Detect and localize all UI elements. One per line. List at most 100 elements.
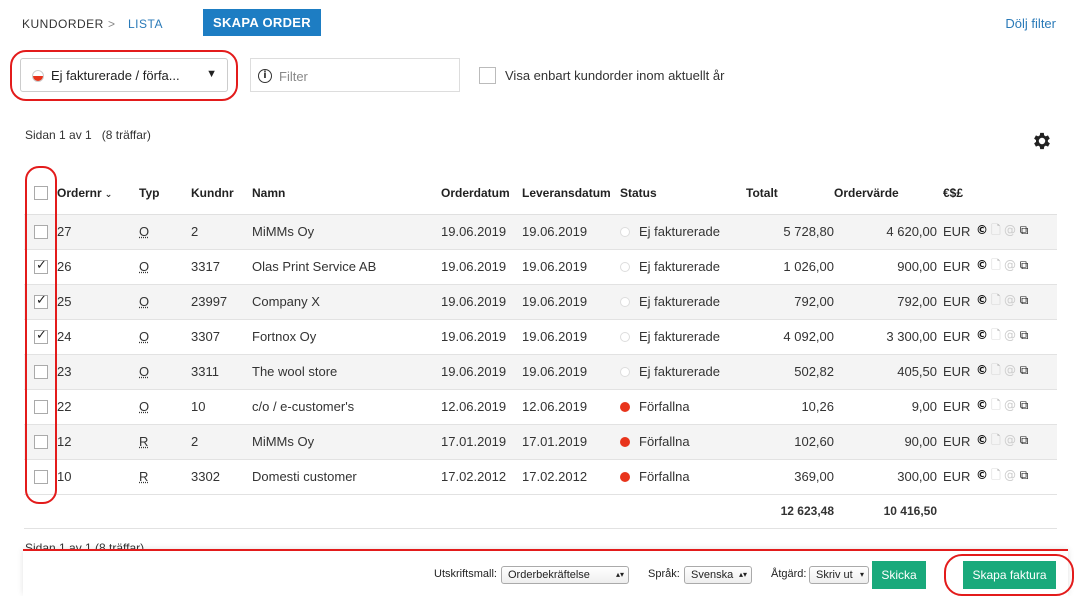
cell-leveransdatum-value: 19.06.2019 xyxy=(522,259,588,274)
document-icon[interactable]: 🗋 xyxy=(989,256,1003,277)
copyright-icon[interactable]: © xyxy=(975,363,989,377)
copyright-icon[interactable]: © xyxy=(975,433,989,447)
at-icon[interactable]: @ xyxy=(1003,398,1017,412)
cell-namn-value: MiMMs Oy xyxy=(252,224,315,239)
breadcrumb-current[interactable]: LISTA xyxy=(128,17,163,31)
column-header-namn[interactable]: Namn xyxy=(252,172,441,215)
language-select[interactable]: Svenska ▴▾ xyxy=(684,566,752,584)
at-icon[interactable]: @ xyxy=(1003,328,1017,342)
cell-leveransdatum-value: 19.06.2019 xyxy=(522,329,588,344)
table-row[interactable]: 22 O 10 c/o / e-customer's 12.06.2019 12.06.2… xyxy=(24,389,1057,425)
column-header-kundnr[interactable]: Kundnr xyxy=(191,172,252,215)
table-row[interactable]: 27 O 2 MiMMs Oy 19.06.2019 19.06.2019 Ej faktu… xyxy=(24,214,1057,250)
cell-ordervarde: 4 620,00 xyxy=(834,214,937,250)
status-dot-icon xyxy=(620,436,630,447)
select-arrows-icon: ▴▾ xyxy=(738,570,747,579)
at-icon[interactable]: @ xyxy=(1003,223,1017,237)
copy-icon[interactable]: ⧉ xyxy=(1017,363,1031,378)
column-header-leveransdatum[interactable]: Leveransdatum xyxy=(522,172,620,215)
at-icon[interactable]: @ xyxy=(1003,433,1017,447)
at-icon[interactable]: @ xyxy=(1003,363,1017,377)
copy-icon[interactable]: ⧉ xyxy=(1017,293,1031,308)
orders-table: Ordernr ⌄ Typ Kundnr Namn Orderdatum Leve… xyxy=(24,172,1057,529)
cell-actions: © 🗋 @ ⧉ xyxy=(975,424,1057,460)
cell-ordernr[interactable]: 24 xyxy=(57,319,139,355)
copyright-icon[interactable]: © xyxy=(975,468,989,482)
copy-icon[interactable]: ⧉ xyxy=(1017,433,1031,448)
filter-search-input[interactable] xyxy=(277,65,447,87)
column-header-status[interactable]: Status xyxy=(620,172,746,215)
action-select[interactable]: Skriv ut ▾ xyxy=(809,566,869,584)
cell-totalt: 5 728,80 xyxy=(746,214,834,250)
template-label: Utskriftsmall: xyxy=(434,568,497,580)
copyright-icon[interactable]: © xyxy=(975,328,989,342)
at-icon[interactable]: @ xyxy=(1003,468,1017,482)
document-icon[interactable]: 🗋 xyxy=(989,431,1003,452)
cell-orderdatum-value: 19.06.2019 xyxy=(441,329,507,344)
column-header-typ[interactable]: Typ xyxy=(139,172,191,215)
pagination-hits: (8 träffar) xyxy=(101,128,151,142)
hide-filter-link[interactable]: Dölj filter xyxy=(1005,16,1056,31)
cell-namn: The wool store xyxy=(252,354,441,390)
copyright-icon[interactable]: © xyxy=(975,293,989,307)
info-icon: i xyxy=(258,69,272,83)
cell-namn-value: c/o / e-customer's xyxy=(252,399,355,414)
copy-icon[interactable]: ⧉ xyxy=(1017,398,1031,413)
total-ordervarde: 10 416,50 xyxy=(834,494,937,529)
table-row[interactable]: 25 O 23997 Company X 19.06.2019 19.06.2019 Ej … xyxy=(24,284,1057,320)
cell-ordernr[interactable]: 12 xyxy=(57,424,139,460)
document-icon[interactable]: 🗋 xyxy=(989,466,1003,487)
breadcrumb-separator: > xyxy=(108,17,116,31)
cell-status-value: Förfallna xyxy=(639,399,690,414)
copyright-icon[interactable]: © xyxy=(975,258,989,272)
table-row[interactable]: 24 O 3307 Fortnox Oy 19.06.2019 19.06.2019 Ej … xyxy=(24,319,1057,355)
cell-ordernr-value: 12 xyxy=(57,434,72,449)
cell-typ-value: O xyxy=(139,224,150,239)
document-icon[interactable]: 🗋 xyxy=(989,221,1003,242)
cell-ordernr-value: 24 xyxy=(57,329,72,344)
cell-leveransdatum-value: 19.06.2019 xyxy=(522,364,588,379)
cell-kundnr-value: 2 xyxy=(191,434,199,449)
send-button[interactable]: Skicka xyxy=(872,561,926,589)
current-year-checkbox[interactable] xyxy=(479,67,496,84)
cell-orderdatum-value: 17.01.2019 xyxy=(441,434,507,449)
cell-ordernr[interactable]: 26 xyxy=(57,249,139,285)
copyright-icon[interactable]: © xyxy=(975,398,989,412)
copyright-icon[interactable]: © xyxy=(975,223,989,237)
annotation-highlight-invoice xyxy=(944,554,1074,596)
column-header-totalt[interactable]: Totalt xyxy=(746,172,834,215)
cell-ordernr[interactable]: 27 xyxy=(57,214,139,250)
gear-icon[interactable] xyxy=(1031,130,1053,152)
document-icon[interactable]: 🗋 xyxy=(989,396,1003,417)
cell-ordernr[interactable]: 10 xyxy=(57,459,139,495)
template-select[interactable]: Orderbekräftelse ▴▾ xyxy=(501,566,629,584)
column-header-ordernr[interactable]: Ordernr ⌄ xyxy=(57,172,139,215)
status-dot-icon xyxy=(620,226,630,237)
table-row[interactable]: 26 O 3317 Olas Print Service AB 19.06.2019 19… xyxy=(24,249,1057,285)
table-row[interactable]: 10 R 3302 Domesti customer 17.02.2012 17.02.2… xyxy=(24,459,1057,495)
document-icon[interactable]: 🗋 xyxy=(989,361,1003,382)
language-label: Språk: xyxy=(648,568,680,580)
document-icon[interactable]: 🗋 xyxy=(989,326,1003,347)
cell-typ: O xyxy=(139,389,191,425)
at-icon[interactable]: @ xyxy=(1003,293,1017,307)
cell-ordernr[interactable]: 22 xyxy=(57,389,139,425)
copy-icon[interactable]: ⧉ xyxy=(1017,468,1031,483)
copy-icon[interactable]: ⧉ xyxy=(1017,223,1031,238)
at-icon[interactable]: @ xyxy=(1003,258,1017,272)
cell-leveransdatum-value: 19.06.2019 xyxy=(522,224,588,239)
cell-ordernr[interactable]: 25 xyxy=(57,284,139,320)
cell-ordernr[interactable]: 23 xyxy=(57,354,139,390)
create-order-button[interactable]: SKAPA ORDER xyxy=(203,9,321,36)
column-header-orderdatum[interactable]: Orderdatum xyxy=(441,172,522,215)
cell-leveransdatum: 19.06.2019 xyxy=(522,284,620,320)
copy-icon[interactable]: ⧉ xyxy=(1017,328,1031,343)
table-row[interactable]: 23 O 3311 The wool store 19.06.2019 19.06.201… xyxy=(24,354,1057,390)
breadcrumb-root[interactable]: KUNDORDER xyxy=(22,17,104,31)
copy-icon[interactable]: ⧉ xyxy=(1017,258,1031,273)
cell-orderdatum-value: 19.06.2019 xyxy=(441,259,507,274)
cell-currency: EUR xyxy=(937,214,975,250)
table-row[interactable]: 12 R 2 MiMMs Oy 17.01.2019 17.01.2019 Förfalln… xyxy=(24,424,1057,460)
column-header-ordervarde[interactable]: Ordervärde xyxy=(834,172,937,215)
document-icon[interactable]: 🗋 xyxy=(989,291,1003,312)
